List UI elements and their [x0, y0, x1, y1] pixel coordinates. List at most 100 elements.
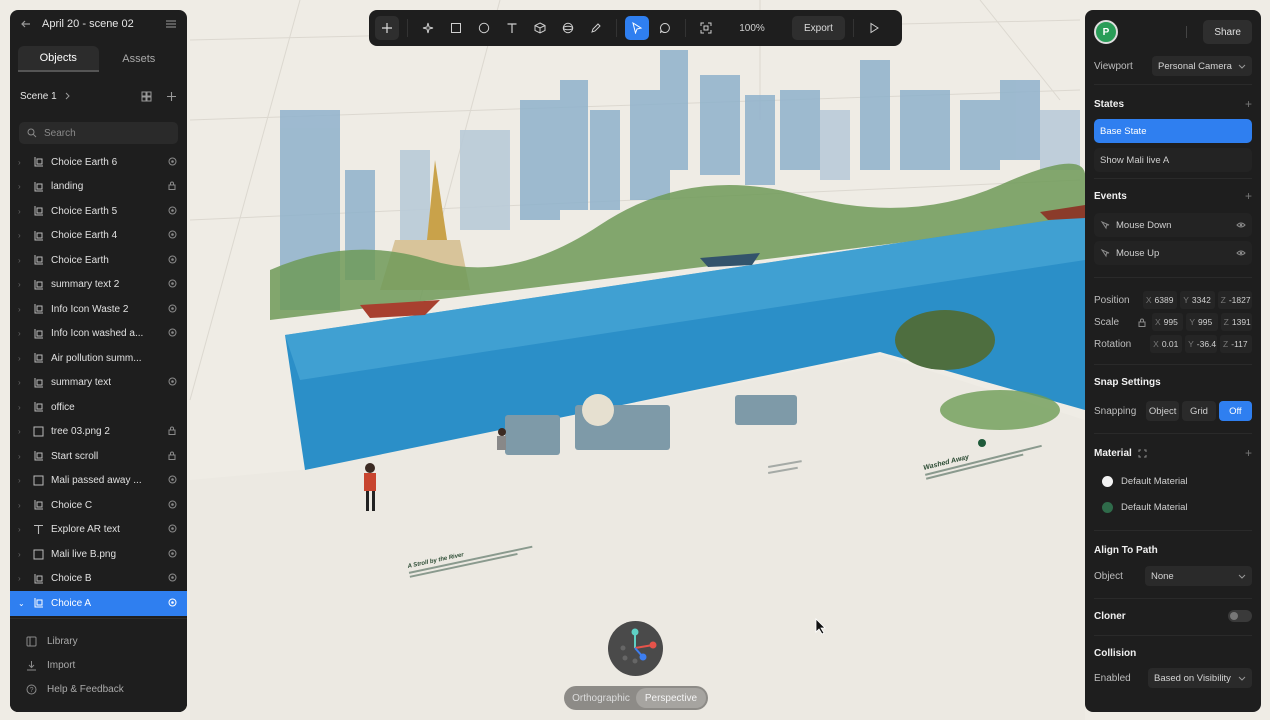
rectangle-tool-button[interactable]: [444, 16, 468, 40]
pen-tool-button[interactable]: [584, 16, 608, 40]
play-button[interactable]: [862, 16, 886, 40]
layer-row[interactable]: › Info Icon Waste 2: [10, 297, 187, 322]
layer-row[interactable]: › Choice Earth: [10, 248, 187, 273]
library-link[interactable]: Library: [10, 629, 187, 653]
scale-z-field[interactable]: Z 1391: [1220, 313, 1252, 331]
chevron-right-icon[interactable]: ›: [18, 354, 26, 363]
scale-x-field[interactable]: X 995: [1152, 313, 1184, 331]
scale-y-field[interactable]: Y 995: [1186, 313, 1218, 331]
position-z-field[interactable]: Z -1827: [1217, 291, 1252, 309]
zoom-level[interactable]: 100%: [722, 23, 782, 34]
eye-icon[interactable]: [167, 230, 177, 241]
layer-row[interactable]: › Choice Earth 5: [10, 199, 187, 224]
orthographic-button[interactable]: Orthographic: [566, 688, 636, 708]
state-show-mali[interactable]: Show Mali live A: [1094, 148, 1252, 172]
chevron-right-icon[interactable]: ›: [18, 207, 26, 216]
add-material-icon[interactable]: +: [1245, 446, 1252, 460]
eye-icon[interactable]: [167, 500, 177, 511]
grid-view-icon[interactable]: [141, 91, 152, 102]
chevron-right-icon[interactable]: ›: [18, 305, 26, 314]
layer-row[interactable]: › Mali live B.png: [10, 542, 187, 567]
eye-icon[interactable]: [167, 206, 177, 217]
expand-icon[interactable]: [1138, 449, 1147, 458]
tab-assets[interactable]: Assets: [99, 46, 180, 72]
viewport-canvas[interactable]: A Stroll by the River Washed Away: [0, 0, 1270, 720]
ai-tool-button[interactable]: [416, 16, 440, 40]
state-base[interactable]: Base State: [1094, 119, 1252, 143]
chevron-right-icon[interactable]: ›: [18, 525, 26, 534]
help-link[interactable]: ? Help & Feedback: [10, 677, 187, 701]
snap-object-button[interactable]: Object: [1146, 401, 1180, 421]
export-button[interactable]: Export: [792, 16, 845, 40]
snap-grid-button[interactable]: Grid: [1182, 401, 1216, 421]
eye-icon[interactable]: [1236, 220, 1246, 230]
search-field[interactable]: [19, 122, 178, 144]
rotation-z-field[interactable]: Z -117: [1220, 335, 1252, 353]
layer-row[interactable]: › office: [10, 395, 187, 420]
chevron-right-icon[interactable]: ›: [18, 256, 26, 265]
add-state-icon[interactable]: +: [1245, 97, 1252, 111]
frame-tool-button[interactable]: [694, 16, 718, 40]
eye-icon[interactable]: [167, 524, 177, 535]
lock-icon[interactable]: [1138, 318, 1146, 327]
material-item[interactable]: Default Material: [1094, 468, 1252, 494]
ellipse-tool-button[interactable]: [472, 16, 496, 40]
cube-tool-button[interactable]: [528, 16, 552, 40]
eye-icon[interactable]: [167, 377, 177, 388]
chevron-right-icon[interactable]: ›: [18, 574, 26, 583]
layer-row[interactable]: › Choice Earth 6: [10, 150, 187, 175]
scene-selector[interactable]: Scene 1: [10, 78, 187, 114]
eye-icon[interactable]: [167, 549, 177, 560]
layer-row[interactable]: › Choice C: [10, 493, 187, 518]
avatar[interactable]: P: [1094, 20, 1118, 44]
chevron-right-icon[interactable]: ›: [18, 280, 26, 289]
select-tool-button[interactable]: [625, 16, 649, 40]
insert-button[interactable]: [375, 16, 399, 40]
position-y-field[interactable]: Y 3342: [1180, 291, 1215, 309]
tab-objects[interactable]: Objects: [18, 46, 99, 72]
back-arrow-icon[interactable]: [20, 18, 32, 30]
chevron-right-icon[interactable]: ›: [18, 231, 26, 240]
layer-row[interactable]: › Mali passed away ...: [10, 469, 187, 494]
eye-icon[interactable]: [167, 157, 177, 168]
chevron-right-icon[interactable]: ›: [18, 329, 26, 338]
eye-icon[interactable]: [167, 598, 177, 609]
sphere-tool-button[interactable]: [556, 16, 580, 40]
event-mouse-up[interactable]: Mouse Up: [1094, 241, 1252, 265]
layer-row[interactable]: › Start scroll: [10, 444, 187, 469]
layer-row[interactable]: › tree 03.png 2: [10, 420, 187, 445]
search-input[interactable]: [44, 127, 164, 139]
lock-icon[interactable]: [167, 181, 177, 192]
orientation-gizmo[interactable]: [608, 621, 663, 676]
enabled-select[interactable]: Based on Visibility: [1148, 668, 1252, 688]
viewport-select[interactable]: Personal Camera: [1152, 56, 1252, 76]
chevron-right-icon[interactable]: ›: [18, 427, 26, 436]
add-icon[interactable]: [166, 91, 177, 102]
text-tool-button[interactable]: [500, 16, 524, 40]
material-item[interactable]: Default Material: [1094, 494, 1252, 520]
layer-row[interactable]: ⌄ Choice A: [10, 591, 187, 616]
chevron-right-icon[interactable]: ›: [18, 501, 26, 510]
position-x-field[interactable]: X 6389: [1142, 291, 1178, 309]
chevron-right-icon[interactable]: ›: [18, 182, 26, 191]
layer-row[interactable]: › Explore AR text: [10, 518, 187, 543]
chevron-right-icon[interactable]: ›: [18, 452, 26, 461]
eye-icon[interactable]: [167, 279, 177, 290]
eye-icon[interactable]: [1236, 248, 1246, 258]
chevron-right-icon[interactable]: ›: [18, 403, 26, 412]
layer-row[interactable]: › summary text: [10, 371, 187, 396]
event-mouse-down[interactable]: Mouse Down: [1094, 213, 1252, 237]
chevron-right-icon[interactable]: ›: [18, 158, 26, 167]
add-event-icon[interactable]: +: [1245, 189, 1252, 203]
eye-icon[interactable]: [167, 304, 177, 315]
lock-icon[interactable]: [167, 426, 177, 437]
layer-row[interactable]: › Choice B: [10, 567, 187, 592]
chevron-right-icon[interactable]: ›: [18, 476, 26, 485]
layer-row[interactable]: › landing: [10, 175, 187, 200]
eye-icon[interactable]: [167, 255, 177, 266]
layer-row[interactable]: › summary text 2: [10, 273, 187, 298]
snap-off-button[interactable]: Off: [1218, 401, 1252, 421]
layer-row[interactable]: › Info Icon washed a...: [10, 322, 187, 347]
eye-icon[interactable]: [167, 573, 177, 584]
rotation-x-field[interactable]: X 0.01: [1150, 335, 1183, 353]
